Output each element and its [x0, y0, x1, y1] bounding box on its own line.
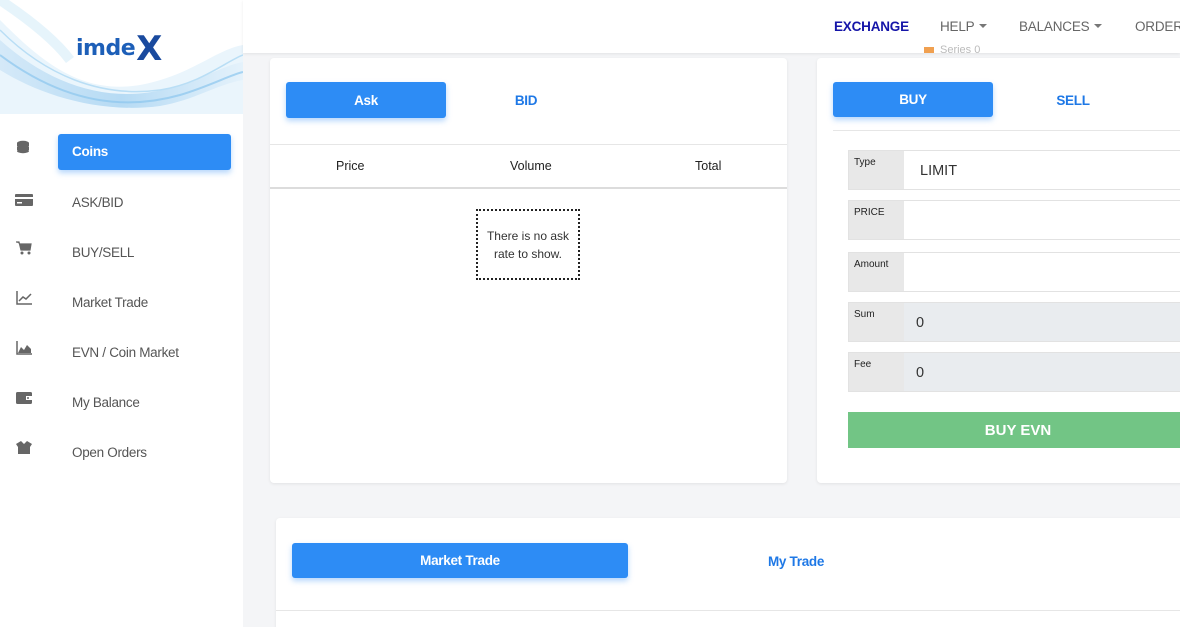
- logo-area[interactable]: imdeX: [0, 0, 243, 114]
- sidebar-item-coins[interactable]: Coins: [0, 134, 243, 170]
- sidebar-item-open-orders[interactable]: Open Orders: [0, 434, 243, 470]
- chevron-down-icon: [1094, 24, 1103, 29]
- sidebar-item-label: BUY/SELL: [72, 245, 135, 260]
- amount-input[interactable]: [904, 253, 1180, 291]
- price-label: PRICE: [849, 201, 904, 239]
- brand-name: imde: [76, 36, 136, 61]
- chart-legend-fragment: Series 0: [924, 44, 980, 56]
- order-form-card: BUY SELL Type LIMIT PRICE Amount Sum 0 F…: [817, 58, 1180, 483]
- sidebar-item-label: Coins: [72, 144, 109, 159]
- tab-buy[interactable]: BUY: [833, 82, 993, 117]
- nav-balances[interactable]: BALANCES: [1019, 19, 1103, 34]
- nav-help[interactable]: HELP: [940, 19, 988, 34]
- orderbook-table-divider: [270, 187, 787, 189]
- empty-state-message: There is no ask rate to show.: [476, 209, 580, 280]
- order-form-divider: [833, 130, 1180, 131]
- area-chart-icon: [14, 340, 34, 356]
- tab-market-trade[interactable]: Market Trade: [292, 543, 628, 578]
- tab-my-trade[interactable]: My Trade: [628, 543, 964, 579]
- price-row: PRICE: [848, 200, 1180, 240]
- top-navbar: EXCHANGE HELP BALANCES ORDER: [243, 0, 1180, 53]
- sidebar-item-label: ASK/BID: [72, 195, 124, 210]
- box-icon: [14, 440, 34, 456]
- sidebar-item-evn-coin-market[interactable]: EVN / Coin Market: [0, 334, 243, 370]
- brand-x: X: [136, 29, 162, 69]
- sidebar-item-market-trade[interactable]: Market Trade: [0, 284, 243, 320]
- sidebar-item-label: My Balance: [72, 395, 140, 410]
- brand-logo: imdeX: [76, 24, 162, 69]
- sum-row: Sum 0: [848, 302, 1180, 342]
- line-chart-icon: [14, 290, 34, 306]
- sidebar-item-label: EVN / Coin Market: [72, 345, 179, 360]
- sidebar-item-label: Market Trade: [72, 295, 148, 310]
- sidebar-item-my-balance[interactable]: My Balance: [0, 384, 243, 420]
- fee-row: Fee 0: [848, 352, 1180, 392]
- trades-divider: [276, 610, 1180, 611]
- legend-label: Series 0: [940, 44, 981, 56]
- tab-sell[interactable]: SELL: [993, 82, 1153, 118]
- tab-ask[interactable]: Ask: [286, 82, 446, 118]
- orderbook-card: Ask BID Price Volume Total There is no a…: [270, 58, 787, 483]
- sum-label: Sum: [849, 303, 904, 341]
- column-total: Total: [695, 159, 722, 173]
- column-volume: Volume: [510, 159, 552, 173]
- cart-icon: [14, 240, 34, 256]
- type-select[interactable]: LIMIT: [904, 151, 1180, 189]
- legend-swatch: [924, 47, 934, 53]
- sidebar-item-buysell[interactable]: BUY/SELL: [0, 234, 243, 270]
- type-label: Type: [849, 151, 904, 189]
- amount-row: Amount: [848, 252, 1180, 292]
- card-icon: [14, 192, 34, 208]
- nav-help-label: HELP: [940, 19, 975, 34]
- fee-field: 0: [904, 353, 1180, 391]
- price-input[interactable]: [904, 201, 1180, 239]
- amount-label: Amount: [849, 253, 904, 291]
- sidebar: imdeX Coins ASK/BID BUY/SELL Market Trad…: [0, 0, 243, 627]
- sidebar-item-label: Open Orders: [72, 445, 147, 460]
- column-price: Price: [336, 159, 365, 173]
- orderbook-header-divider: [270, 144, 787, 145]
- tab-bid[interactable]: BID: [446, 82, 606, 118]
- nav-exchange[interactable]: EXCHANGE: [834, 19, 909, 34]
- buy-evn-button[interactable]: BUY EVN: [848, 412, 1180, 448]
- chevron-down-icon: [979, 24, 988, 29]
- sidebar-item-askbid[interactable]: ASK/BID: [0, 184, 243, 220]
- trades-card: Market Trade My Trade: [276, 518, 1180, 627]
- nav-orders[interactable]: ORDER: [1135, 19, 1180, 34]
- sum-field: 0: [904, 303, 1180, 341]
- wallet-icon: [14, 390, 34, 406]
- nav-balances-label: BALANCES: [1019, 19, 1090, 34]
- fee-label: Fee: [849, 353, 904, 391]
- type-row: Type LIMIT: [848, 150, 1180, 190]
- coins-icon: [14, 139, 34, 155]
